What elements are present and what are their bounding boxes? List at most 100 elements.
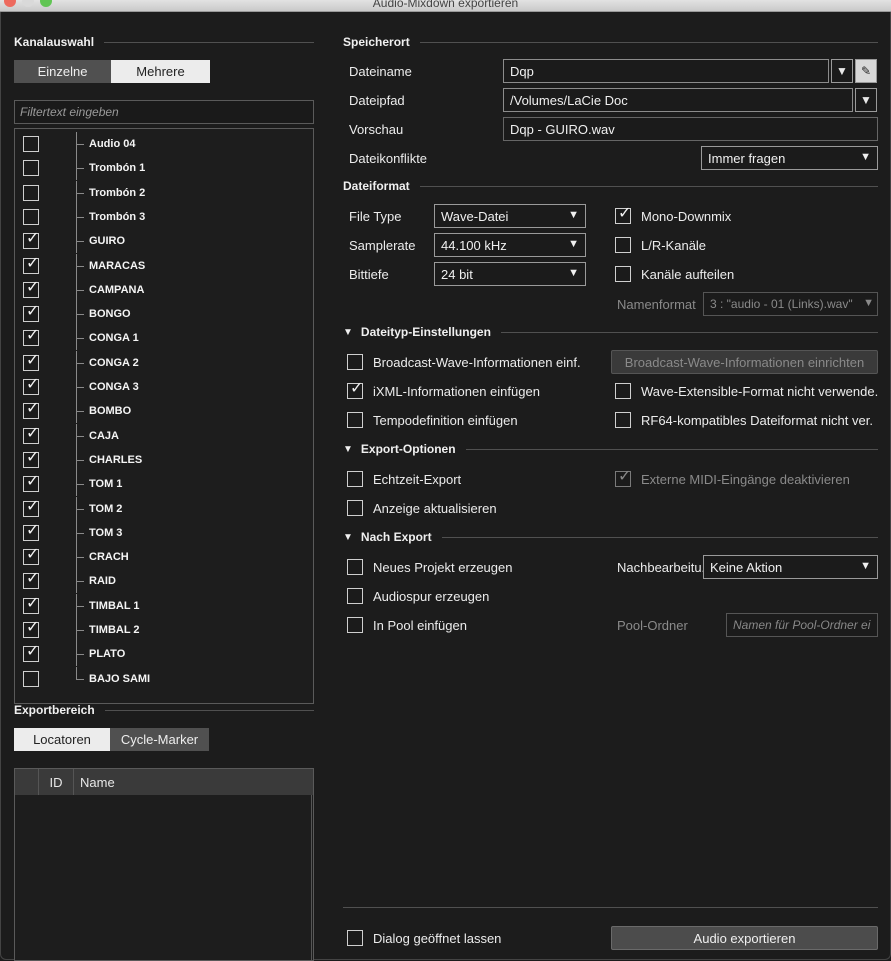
rf64-option[interactable]: RF64-kompatibles Dateiformat nicht ver.	[615, 412, 880, 432]
bwf-setup-button[interactable]: Broadcast-Wave-Informationen einrichten	[611, 350, 878, 374]
checkbox[interactable]: ✓	[347, 380, 363, 399]
channel-checkbox[interactable]: ✓	[23, 400, 39, 420]
channel-row[interactable]: ✓ CAMPANA	[15, 277, 305, 302]
samplerate-dropdown[interactable]: 44.100 kHz ▼	[434, 233, 586, 257]
pool-folder-input[interactable]: Namen für Pool-Ordner ei	[726, 613, 878, 637]
channel-row[interactable]: ✓ CONGA 1	[15, 326, 305, 351]
realtime-export-option[interactable]: Echtzeit-Export	[347, 471, 607, 491]
filename-input[interactable]: Dqp	[503, 59, 829, 83]
pool-option[interactable]: In Pool einfügen	[347, 617, 607, 637]
channel-checkbox[interactable]: ✓	[23, 376, 39, 395]
channel-checkbox[interactable]: ✓	[23, 546, 39, 566]
name-format-dropdown[interactable]: 3 : "audio - 01 (Links).wav" ▼	[703, 292, 878, 316]
tab-cycle-marker[interactable]: Cycle-Marker	[110, 728, 209, 751]
lr-channels-option[interactable]: L/R-Kanäle	[615, 237, 865, 257]
channel-checkbox[interactable]: ✓	[23, 619, 39, 638]
checkbox[interactable]	[347, 617, 363, 633]
channel-checkbox[interactable]: ✓	[23, 279, 39, 298]
channel-checkbox[interactable]: ✓	[23, 255, 39, 274]
export-audio-button[interactable]: Audio exportieren	[611, 926, 878, 950]
channel-row[interactable]: BAJO SAMI	[15, 666, 305, 691]
channel-row[interactable]: Trombón 2	[15, 180, 305, 205]
channel-row[interactable]: ✓ TIMBAL 1	[15, 593, 305, 618]
checkbox[interactable]	[615, 412, 631, 428]
conflicts-dropdown[interactable]: Immer fragen ▼	[701, 146, 878, 170]
checkbox[interactable]	[347, 471, 363, 487]
channel-checkbox[interactable]	[23, 670, 39, 687]
split-channels-option[interactable]: Kanäle aufteilen	[615, 266, 865, 286]
channel-checkbox[interactable]: ✓	[23, 303, 39, 323]
tempo-option[interactable]: Tempodefinition einfügen	[347, 412, 607, 432]
channel-row[interactable]: ✓ CRACH	[15, 545, 305, 570]
channel-checkbox[interactable]: ✓	[23, 473, 39, 493]
export-options-header[interactable]: ▼ Export-Optionen	[343, 442, 878, 456]
channel-checkbox[interactable]: ✓	[23, 230, 39, 250]
checkbox[interactable]	[347, 500, 363, 516]
channel-row[interactable]: Audio 04	[15, 132, 305, 156]
checkbox[interactable]	[615, 237, 631, 253]
ext-midi-option[interactable]: ✓ Externe MIDI-Eingänge deaktivieren	[615, 468, 880, 491]
bwf-info-option[interactable]: Broadcast-Wave-Informationen einf.	[347, 354, 607, 374]
channel-checkbox[interactable]: ✓	[23, 522, 39, 541]
channel-row[interactable]: ✓ BOMBO	[15, 399, 305, 424]
export-range-table[interactable]: ID Name	[14, 768, 314, 961]
channel-row[interactable]: ✓ CHARLES	[15, 447, 305, 472]
checkbox[interactable]	[347, 588, 363, 604]
path-dropdown-button[interactable]: ▼	[855, 88, 877, 112]
checkbox[interactable]	[347, 559, 363, 575]
ixml-option[interactable]: ✓ iXML-Informationen einfügen	[347, 380, 607, 403]
channel-row[interactable]: ✓ CONGA 2	[15, 350, 305, 375]
channel-filter-input[interactable]: Filtertext eingeben	[14, 100, 314, 124]
filename-dropdown-button[interactable]: ▼	[831, 59, 853, 83]
mono-downmix-option[interactable]: ✓ Mono-Downmix	[615, 205, 865, 228]
channel-list[interactable]: BAJO SAMI ✓ PLATO ✓ TIMBAL 2 ✓ TIMBAL 1 ✓ RAID ✓ C…	[14, 128, 314, 704]
column-select[interactable]	[15, 769, 39, 795]
channel-row[interactable]: ✓ CAJA	[15, 423, 305, 448]
channel-checkbox[interactable]	[23, 184, 39, 201]
channel-row[interactable]: ✓ PLATO	[15, 642, 305, 667]
channel-checkbox[interactable]: ✓	[23, 498, 39, 517]
channel-row[interactable]: ✓ TOM 1	[15, 472, 305, 497]
bitdepth-dropdown[interactable]: 24 bit ▼	[434, 262, 586, 286]
filetype-dropdown[interactable]: Wave-Datei ▼	[434, 204, 586, 228]
checkbox[interactable]: ✓	[615, 468, 631, 487]
after-export-header[interactable]: ▼ Nach Export	[343, 530, 878, 544]
channel-checkbox[interactable]: ✓	[23, 327, 39, 347]
checkbox[interactable]	[347, 930, 363, 946]
channel-checkbox[interactable]	[23, 208, 39, 225]
post-process-dropdown[interactable]: Keine Aktion ▼	[703, 555, 878, 579]
tab-einzelne[interactable]: Einzelne	[14, 60, 111, 83]
column-id[interactable]: ID	[39, 769, 74, 795]
channel-checkbox[interactable]	[23, 136, 39, 152]
column-name[interactable]: Name	[74, 769, 115, 795]
channel-checkbox[interactable]	[23, 160, 39, 177]
channel-row[interactable]: ✓ TIMBAL 2	[15, 618, 305, 642]
channel-row[interactable]: ✓ GUIRO	[15, 229, 305, 254]
tab-mehrere[interactable]: Mehrere	[111, 60, 210, 83]
channel-row[interactable]: ✓ MARACAS	[15, 253, 305, 278]
checkbox[interactable]	[347, 412, 363, 428]
tab-locatoren[interactable]: Locatoren	[14, 728, 110, 751]
channel-row[interactable]: ✓ RAID	[15, 569, 305, 594]
channel-checkbox[interactable]: ✓	[23, 352, 39, 371]
checkbox[interactable]: ✓	[615, 205, 631, 224]
channel-checkbox[interactable]: ✓	[23, 595, 39, 614]
filetype-settings-header[interactable]: ▼ Dateityp-Einstellungen	[343, 325, 878, 339]
channel-checkbox[interactable]: ✓	[23, 449, 39, 468]
channel-checkbox[interactable]: ✓	[23, 570, 39, 590]
channel-row[interactable]: Trombón 1	[15, 156, 305, 181]
new-project-option[interactable]: Neues Projekt erzeugen	[347, 559, 607, 579]
checkbox[interactable]	[615, 383, 631, 399]
channel-row[interactable]: ✓ TOM 2	[15, 496, 305, 521]
channel-row[interactable]: ✓ CONGA 3	[15, 375, 305, 399]
wave-extensible-option[interactable]: Wave-Extensible-Format nicht verwende.	[615, 383, 880, 403]
channel-checkbox[interactable]: ✓	[23, 643, 39, 663]
path-input[interactable]: /Volumes/LaCie Doc	[503, 88, 853, 112]
keep-dialog-open-option[interactable]: Dialog geöffnet lassen	[347, 930, 587, 950]
checkbox[interactable]	[615, 266, 631, 282]
audio-track-option[interactable]: Audiospur erzeugen	[347, 588, 607, 608]
edit-name-button[interactable]: ✎	[855, 59, 877, 83]
channel-row[interactable]: Trombón 3	[15, 204, 305, 229]
channel-checkbox[interactable]: ✓	[23, 425, 39, 444]
update-display-option[interactable]: Anzeige aktualisieren	[347, 500, 607, 520]
